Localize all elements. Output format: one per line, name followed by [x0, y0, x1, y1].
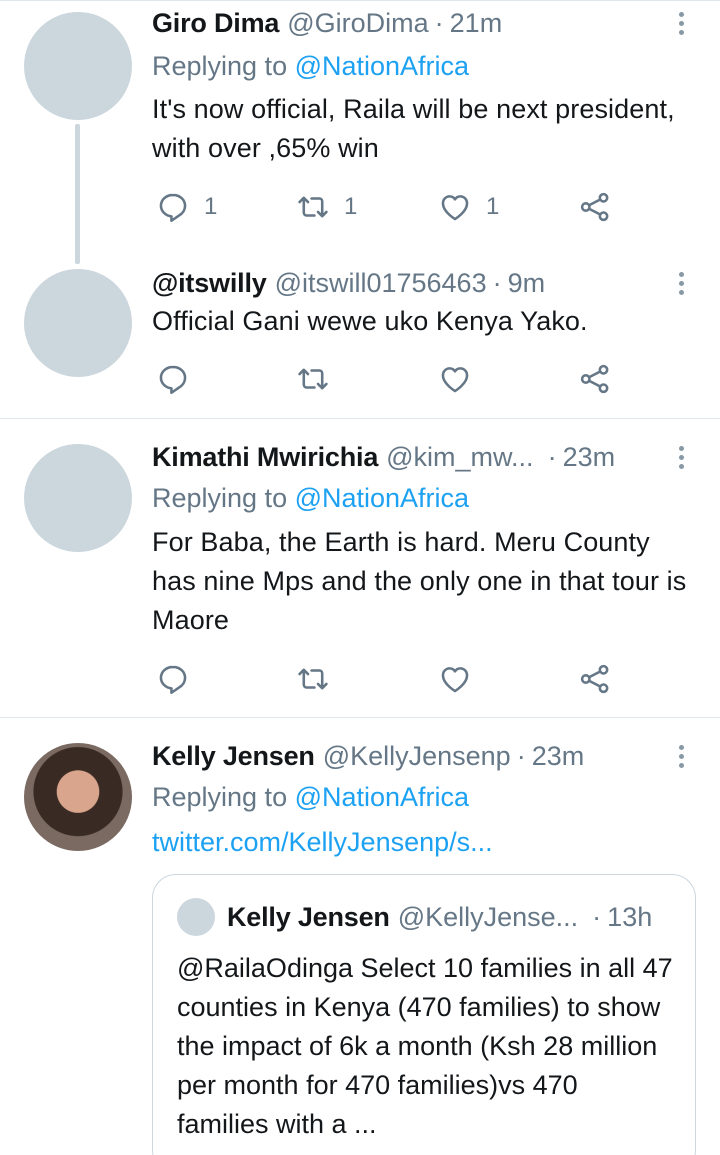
- reply-button[interactable]: [156, 359, 190, 399]
- reply-button[interactable]: [156, 659, 190, 699]
- tweet-header: Kimathi Mwirichia @kim_mw... · 23m: [152, 439, 654, 475]
- tweet-header: @itswilly @itswill01756463 · 9m: [152, 265, 664, 301]
- like-button[interactable]: [438, 359, 472, 399]
- tweet-text: For Baba, the Earth is hard. Meru County…: [152, 527, 687, 635]
- separator-dot: ·: [516, 741, 526, 771]
- avatar[interactable]: [24, 743, 132, 851]
- retweet-icon: [298, 196, 328, 218]
- mention-link[interactable]: @NationAfrica: [295, 782, 469, 812]
- replying-label: Replying to: [152, 51, 295, 81]
- heart-icon: [441, 195, 469, 221]
- more-vertical-icon[interactable]: [674, 265, 688, 301]
- avatar[interactable]: [24, 444, 132, 552]
- more-vertical-icon[interactable]: [674, 738, 688, 774]
- tweet-link[interactable]: twitter.com/KellyJensenp/s...: [152, 824, 493, 860]
- author-handle[interactable]: @KellyJense...: [398, 902, 578, 933]
- tweet-card[interactable]: Giro Dima @GiroDima · 21m Replying to @N…: [0, 0, 720, 270]
- avatar[interactable]: [24, 12, 132, 120]
- timestamp[interactable]: 9m: [508, 265, 546, 301]
- mention-link[interactable]: @NationAfrica: [295, 51, 469, 81]
- author-handle[interactable]: @itswill01756463: [275, 265, 487, 301]
- tweet-card[interactable]: @itswilly @itswill01756463 · 9m Official…: [0, 262, 720, 418]
- heart-icon: [441, 667, 469, 693]
- more-vertical-icon[interactable]: [674, 5, 688, 41]
- mention-link[interactable]: @NationAfrica: [295, 483, 469, 513]
- thread-line: [75, 124, 80, 264]
- timestamp[interactable]: 23m: [563, 439, 616, 475]
- retweet-count: 1: [344, 193, 358, 220]
- share-icon: [580, 364, 609, 394]
- retweet-icon: [298, 668, 328, 690]
- tweet-header: Kelly Jensen @KellyJensenp · 23m: [152, 738, 664, 774]
- action-bar: 1 1 1: [152, 187, 622, 227]
- author-handle[interactable]: @KellyJensenp: [323, 738, 511, 774]
- share-icon: [580, 664, 609, 694]
- reply-icon: [159, 665, 187, 695]
- tweet-card[interactable]: Kimathi Mwirichia @kim_mw... · 23m Reply…: [0, 419, 720, 717]
- quoted-tweet-header: Kelly Jensen @KellyJense... · 13h: [227, 899, 671, 935]
- author-handle[interactable]: @kim_mw...: [386, 439, 533, 475]
- share-button[interactable]: [578, 359, 612, 399]
- share-button[interactable]: [578, 659, 612, 699]
- share-button[interactable]: [578, 187, 612, 227]
- quoted-tweet[interactable]: Kelly Jensen @KellyJense... · 13h @Raila…: [152, 874, 696, 1155]
- like-count: 1: [486, 193, 500, 220]
- action-bar: [152, 659, 622, 699]
- timestamp[interactable]: 13h: [607, 902, 652, 933]
- more-vertical-icon[interactable]: [674, 439, 688, 475]
- like-button[interactable]: [438, 659, 472, 699]
- author-handle[interactable]: @GiroDima: [287, 5, 428, 41]
- replying-to: Replying to @NationAfrica: [152, 779, 469, 815]
- timestamp[interactable]: 23m: [532, 738, 585, 774]
- action-bar: [152, 359, 622, 399]
- tweet-text: Official Gani wewe uko Kenya Yako.: [152, 306, 588, 336]
- separator-dot: ·: [592, 901, 602, 932]
- replying-to: Replying to @NationAfrica: [152, 480, 469, 516]
- separator-dot: ·: [492, 268, 502, 298]
- reply-icon: [159, 193, 187, 223]
- author-name[interactable]: Kelly Jensen: [227, 902, 390, 933]
- replying-to: Replying to @NationAfrica: [152, 48, 469, 84]
- like-button[interactable]: 1: [438, 187, 499, 227]
- quoted-tweet-text: @RailaOdinga Select 10 families in all 4…: [177, 953, 673, 1139]
- retweet-button[interactable]: 1: [296, 187, 357, 227]
- share-icon: [580, 192, 609, 222]
- avatar[interactable]: [24, 269, 132, 377]
- retweet-button[interactable]: [296, 359, 330, 399]
- avatar[interactable]: [177, 898, 215, 936]
- replying-label: Replying to: [152, 782, 295, 812]
- reply-count: 1: [204, 193, 218, 220]
- author-name[interactable]: @itswilly: [152, 265, 267, 301]
- author-name[interactable]: Kimathi Mwirichia: [152, 439, 378, 475]
- separator-dot: ·: [434, 8, 444, 38]
- separator-dot: ·: [547, 442, 557, 472]
- reply-button[interactable]: 1: [156, 187, 217, 227]
- timestamp[interactable]: 21m: [450, 5, 503, 41]
- author-name[interactable]: Giro Dima: [152, 5, 279, 41]
- reply-icon: [159, 365, 187, 395]
- retweet-button[interactable]: [296, 659, 330, 699]
- heart-icon: [441, 367, 469, 393]
- tweet-text: It's now official, Raila will be next pr…: [152, 94, 675, 163]
- author-name[interactable]: Kelly Jensen: [152, 738, 315, 774]
- tweet-header: Giro Dima @GiroDima · 21m: [152, 5, 664, 41]
- retweet-icon: [298, 368, 328, 390]
- replying-label: Replying to: [152, 483, 295, 513]
